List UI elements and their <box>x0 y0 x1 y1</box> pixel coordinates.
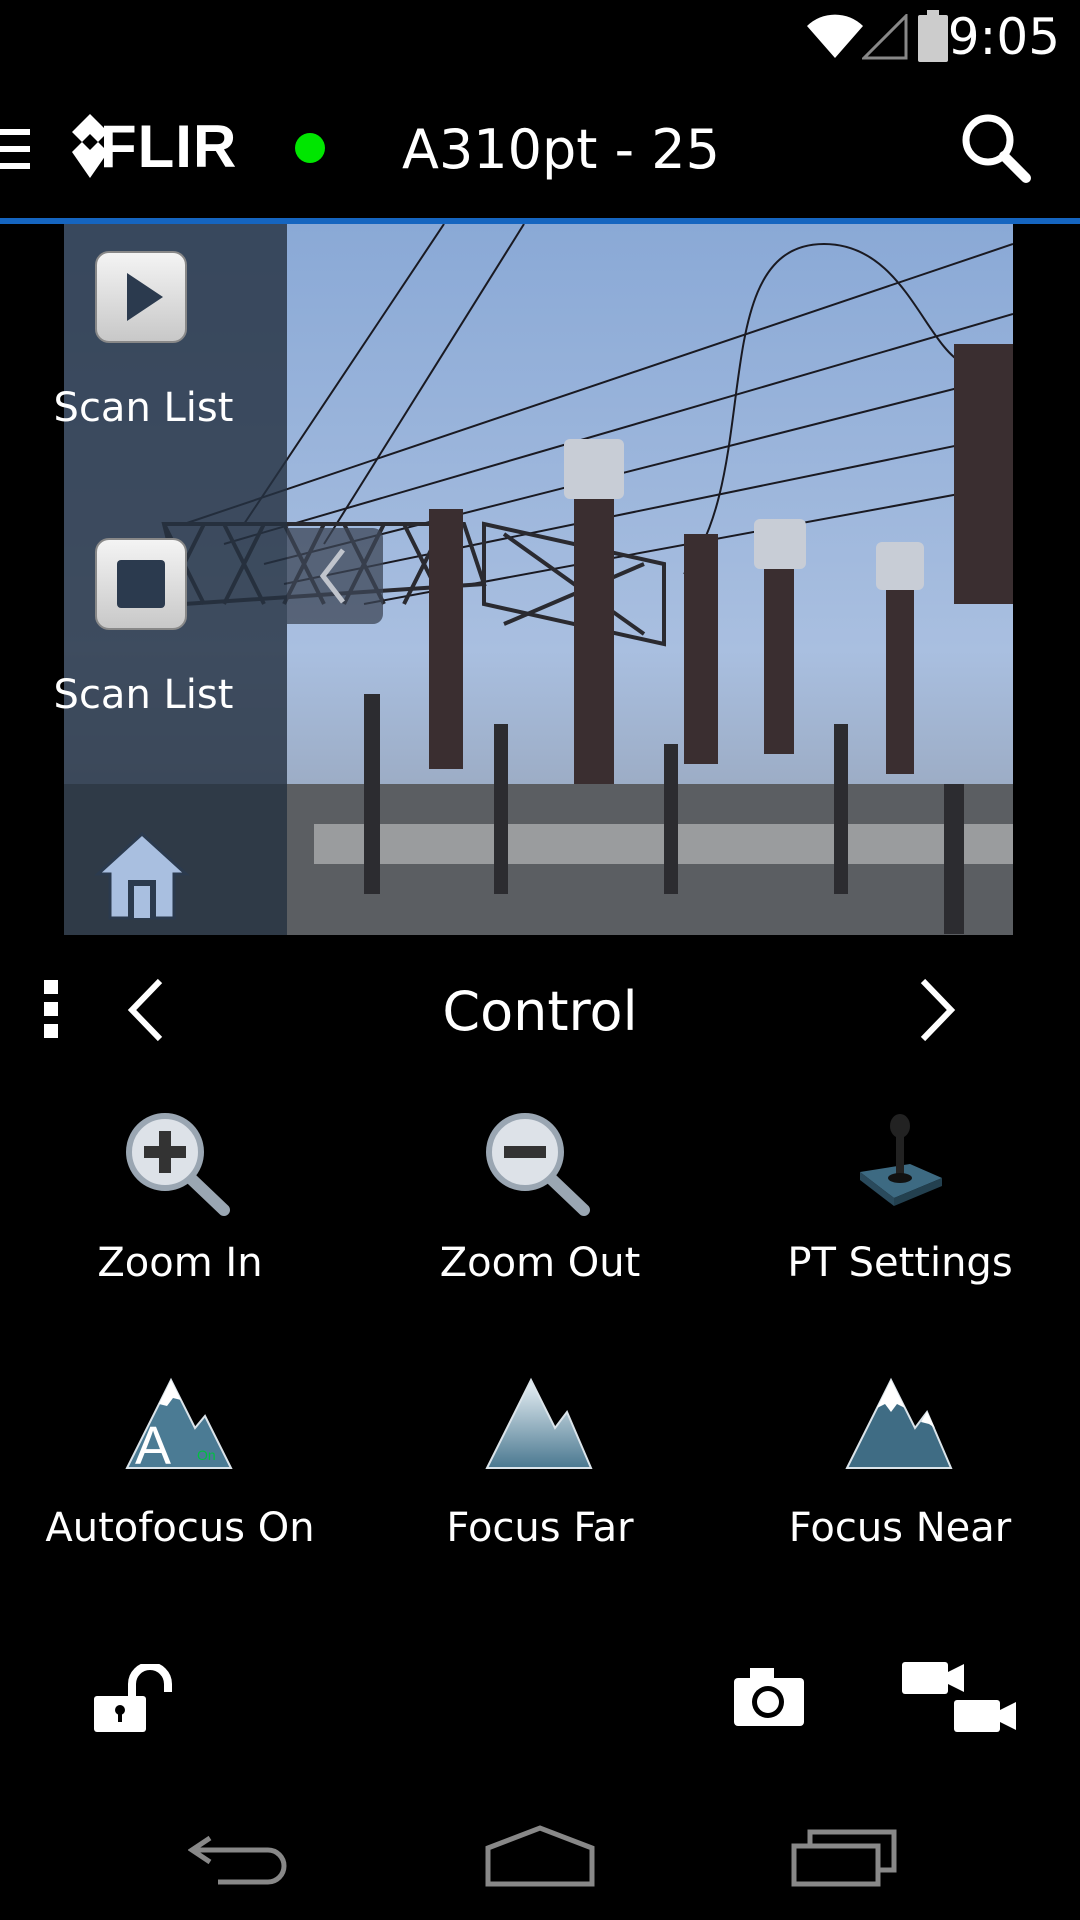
video-camera-icon[interactable] <box>900 1658 1020 1738</box>
scan-list-stop-label: Scan List <box>53 672 234 718</box>
battery-icon <box>918 10 948 62</box>
unlock-icon[interactable] <box>92 1664 172 1734</box>
back-icon[interactable] <box>188 1828 292 1888</box>
autofocus-icon: A On <box>125 1377 233 1472</box>
status-bar: 9:05 <box>0 0 1080 75</box>
svg-text:A: A <box>135 1416 171 1472</box>
home-icon[interactable] <box>94 830 190 920</box>
control-page-title: Control <box>442 980 638 1043</box>
collapse-panel-tab[interactable] <box>287 528 383 624</box>
chevron-right-icon[interactable] <box>905 975 965 1045</box>
zoom-out-button[interactable]: Zoom Out <box>360 1100 720 1330</box>
signal-icon <box>862 14 908 60</box>
focus-far-button[interactable]: Focus Far <box>360 1370 720 1600</box>
zoom-in-button[interactable]: Zoom In <box>0 1100 360 1330</box>
connection-status-dot <box>295 133 325 163</box>
focus-near-label: Focus Near <box>788 1505 1012 1551</box>
pt-settings-label: PT Settings <box>787 1240 1013 1286</box>
system-navigation-bar <box>0 1800 1080 1920</box>
wifi-icon <box>807 14 863 58</box>
menu-icon[interactable] <box>0 125 32 173</box>
home-icon[interactable] <box>484 1824 596 1888</box>
pt-settings-button[interactable]: PT Settings <box>720 1100 1080 1330</box>
zoom-out-icon <box>486 1113 590 1216</box>
focus-near-button[interactable]: Focus Near <box>720 1370 1080 1600</box>
zoom-in-label: Zoom In <box>97 1240 263 1286</box>
scan-list-play-button[interactable] <box>95 251 187 343</box>
flir-logo-text: FLIR <box>100 113 238 180</box>
status-clock: 9:05 <box>947 8 1060 66</box>
joystick-icon <box>860 1114 942 1206</box>
autofocus-button[interactable]: A On Autofocus On <box>0 1370 360 1600</box>
focus-near-icon <box>845 1377 953 1469</box>
zoom-in-icon <box>126 1113 230 1216</box>
recents-icon[interactable] <box>790 1826 900 1888</box>
stop-icon <box>117 560 165 608</box>
play-icon <box>127 273 163 321</box>
chevron-left-icon <box>319 548 345 604</box>
search-icon[interactable] <box>960 112 1032 184</box>
camera-title: A310pt - 25 <box>402 118 720 181</box>
focus-far-icon <box>485 1377 593 1469</box>
zoom-out-label: Zoom Out <box>439 1240 641 1286</box>
autofocus-label: Autofocus On <box>45 1505 315 1551</box>
focus-far-label: Focus Far <box>446 1505 634 1551</box>
overflow-menu-icon[interactable] <box>40 978 64 1040</box>
camera-icon[interactable] <box>730 1664 806 1728</box>
scan-list-stop-button[interactable] <box>95 538 187 630</box>
chevron-left-icon[interactable] <box>118 975 178 1045</box>
scan-list-play-label: Scan List <box>53 385 234 431</box>
svg-text:On: On <box>197 1447 216 1463</box>
